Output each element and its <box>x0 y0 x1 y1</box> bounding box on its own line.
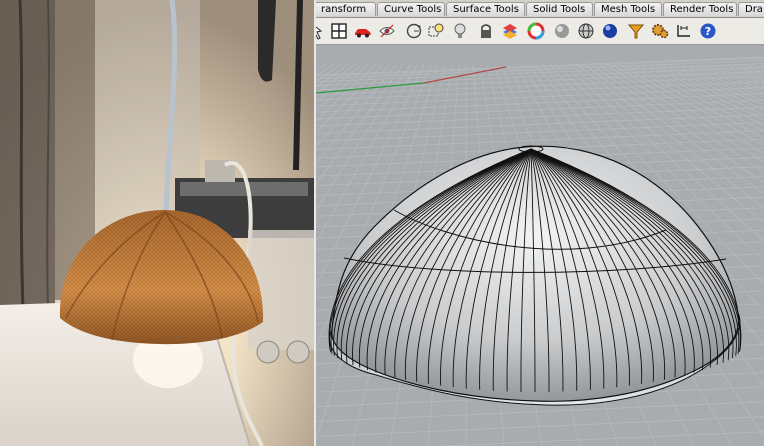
color-wheel-icon[interactable] <box>526 21 546 41</box>
tab-surface-tools[interactable]: Surface Tools <box>446 2 525 16</box>
zoom-window-icon[interactable] <box>426 21 446 41</box>
tab-transform[interactable]: ransform <box>316 2 376 16</box>
shaded-sphere-icon[interactable] <box>552 21 572 41</box>
render-sphere-icon[interactable] <box>600 21 620 41</box>
lightbulb-icon[interactable] <box>450 21 470 41</box>
wireframe-sphere-icon[interactable] <box>576 21 596 41</box>
gear-icon[interactable] <box>650 21 670 41</box>
eye-icon[interactable] <box>377 21 397 41</box>
lamp-photo <box>0 0 314 446</box>
toolbar-tab-strip: ransform Curve Tools Surface Tools Solid… <box>316 0 764 18</box>
lamp-photo-image <box>0 0 314 446</box>
tab-render-tools[interactable]: Render Tools <box>663 2 737 16</box>
svg-text:?: ? <box>705 25 711 38</box>
layer-icon[interactable] <box>500 21 520 41</box>
tab-drafting[interactable]: Dra <box>738 2 764 16</box>
viewport-canvas[interactable] <box>316 45 764 446</box>
four-viewports-icon[interactable] <box>329 21 349 41</box>
grid-line <box>316 64 355 95</box>
main-toolbar: ? <box>316 18 764 45</box>
selection-filter-icon[interactable] <box>626 21 646 41</box>
modeling-app: ransform Curve Tools Surface Tools Solid… <box>316 0 764 446</box>
grid-line <box>738 64 764 74</box>
car-icon[interactable] <box>353 21 373 41</box>
dome-model <box>328 145 742 406</box>
grid-line <box>316 106 764 127</box>
grid-line <box>731 64 764 76</box>
help-icon[interactable]: ? <box>698 21 718 41</box>
grid-line <box>745 64 764 71</box>
pointer-icon[interactable] <box>316 21 328 41</box>
dimension-icon[interactable] <box>674 21 694 41</box>
grid-line <box>316 64 334 77</box>
tab-mesh-tools[interactable]: Mesh Tools <box>594 2 662 16</box>
grid-line <box>316 64 348 88</box>
grid-line <box>759 64 764 67</box>
grid-line <box>316 64 327 72</box>
grid-line <box>316 64 341 82</box>
tab-solid-tools[interactable]: Solid Tools <box>526 2 593 16</box>
grid-line <box>316 122 764 142</box>
grid-line <box>316 64 320 68</box>
perspective-viewport[interactable] <box>316 45 764 446</box>
tab-curve-tools[interactable]: Curve Tools <box>377 2 445 16</box>
rotate-view-icon[interactable] <box>404 21 424 41</box>
lock-icon[interactable] <box>476 21 496 41</box>
